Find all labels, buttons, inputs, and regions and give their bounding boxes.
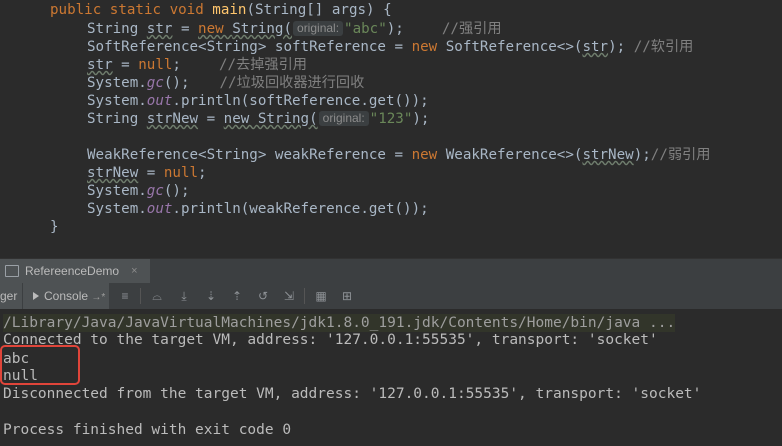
code-comment: //强引用: [441, 21, 502, 37]
code-token: gc: [146, 75, 164, 91]
code-line-5[interactable]: System.gc(); //垃圾回收器进行回收: [87, 74, 364, 92]
code-token: null: [163, 165, 199, 181]
code-token: ();: [163, 183, 190, 199]
tab-console-pin: →*: [91, 292, 106, 303]
code-comment: //弱引用: [650, 147, 711, 163]
console-line: Disconnected from the target VM, address…: [3, 386, 702, 402]
code-line-12[interactable]: }: [50, 218, 59, 236]
console-icon: [33, 292, 39, 300]
tab-console-label: Console: [44, 289, 89, 303]
code-token: =: [138, 165, 164, 181]
code-token: strNew: [87, 165, 139, 181]
code-token: new: [411, 147, 446, 163]
code-token: str: [146, 21, 173, 37]
code-token: String: [87, 21, 147, 37]
code-comment: //去掉强引用: [218, 57, 307, 73]
code-token: ();: [163, 75, 190, 91]
highlight-annotation-box: [0, 345, 80, 385]
code-token: String(: [232, 21, 293, 37]
console-line: /Library/Java/JavaVirtualMachines/jdk1.8…: [3, 314, 676, 332]
console-line: Process finished with exit code 0: [3, 422, 292, 438]
parameter-hint: original:: [318, 111, 369, 126]
code-token: strNew: [582, 147, 634, 163]
debug-toolbar: ger Console →* ≡ ⌓ ⤓ ⇣ ⇡ ↺ ⇲ ▦ ⊞: [0, 283, 782, 310]
code-line-3[interactable]: SoftReference<String> softReference = ne…: [87, 38, 693, 56]
tab-debugger[interactable]: ger: [0, 283, 22, 309]
code-token: ;: [172, 57, 181, 73]
step-over-icon[interactable]: ⤓: [177, 289, 191, 303]
code-token: main: [212, 2, 247, 18]
code-line-10[interactable]: System.gc();: [87, 182, 190, 200]
run-config-icon: [5, 265, 19, 277]
run-tool-window-header: RefereenceDemo ×: [0, 258, 782, 283]
code-token: str: [582, 39, 609, 55]
run-to-cursor-icon[interactable]: ⇲: [282, 289, 296, 303]
parameter-hint: original:: [293, 21, 344, 36]
step-out-icon[interactable]: ⇡: [230, 289, 244, 303]
code-token: str: [87, 57, 113, 73]
code-comment: //垃圾回收器进行回收: [219, 75, 365, 91]
step-into-icon[interactable]: ⇣: [204, 289, 218, 303]
code-line-2[interactable]: String str = new String(original: "abc");…: [87, 20, 502, 38]
code-token: "abc": [344, 21, 387, 37]
tab-debugger-label: ger: [0, 289, 18, 303]
code-token: =: [112, 57, 139, 73]
code-token: SoftReference<>(: [445, 39, 583, 55]
code-token: new: [411, 39, 446, 55]
code-token: null: [138, 57, 173, 73]
run-config-label: RefereenceDemo: [25, 264, 120, 278]
drop-frame-icon[interactable]: ↺: [256, 289, 270, 303]
code-token: (String[] args) {: [246, 2, 392, 18]
code-token: new: [198, 21, 233, 37]
code-line-9[interactable]: strNew = null;: [87, 164, 207, 182]
tab-console[interactable]: Console →*: [23, 283, 109, 309]
code-token: System.: [87, 93, 147, 109]
code-token: System.: [87, 183, 147, 199]
code-line-8[interactable]: WeakReference<String> weakReference = ne…: [87, 146, 710, 164]
code-token: );: [608, 39, 634, 55]
code-line-11[interactable]: System.out.println(weakReference.get());: [87, 200, 429, 218]
toolbar-separator: [304, 288, 305, 304]
code-editor[interactable]: public static void main(String[] args) {…: [0, 0, 782, 240]
layout-icon[interactable]: ⊞: [340, 289, 354, 303]
code-line-7[interactable]: String strNew = new String(original: "123…: [87, 110, 429, 128]
code-line-6[interactable]: System.out.println(softReference.get());: [87, 92, 429, 110]
code-token: gc: [146, 183, 164, 199]
code-line-1[interactable]: public static void main(String[] args) {: [50, 1, 392, 19]
code-token: WeakReference<>(: [445, 147, 583, 163]
code-token: SoftReference<String> softReference =: [87, 39, 412, 55]
code-token: }: [50, 219, 59, 235]
show-execution-point-icon[interactable]: ⌓: [150, 289, 164, 303]
code-token: =: [198, 111, 224, 127]
code-token: out: [146, 93, 173, 109]
code-token: public static void: [50, 2, 213, 18]
code-token: "123": [369, 111, 413, 127]
run-config-tab[interactable]: RefereenceDemo ×: [0, 259, 150, 283]
code-line-4[interactable]: str = null; //去掉强引用: [87, 56, 307, 74]
code-token: out: [146, 201, 173, 217]
code-token: new String(: [223, 111, 318, 127]
code-token: System.: [87, 201, 147, 217]
menu-icon[interactable]: ≡: [118, 289, 132, 303]
code-token: .println(weakReference.get());: [172, 201, 429, 217]
code-token: WeakReference<String> weakReference =: [87, 147, 412, 163]
code-token: );: [386, 21, 404, 37]
console-line: Connected to the target VM, address: '12…: [3, 332, 658, 348]
code-token: .println(softReference.get());: [172, 93, 429, 109]
evaluate-expression-icon[interactable]: ▦: [314, 289, 328, 303]
code-token: );: [412, 111, 430, 127]
code-token: );: [633, 147, 651, 163]
code-comment: //软引用: [633, 39, 694, 55]
close-icon[interactable]: ×: [131, 265, 137, 277]
code-token: strNew: [146, 111, 199, 127]
code-token: String: [87, 111, 147, 127]
code-token: =: [172, 21, 199, 37]
code-token: ;: [198, 165, 207, 181]
toolbar-separator: [140, 288, 141, 304]
code-token: System.: [87, 75, 147, 91]
